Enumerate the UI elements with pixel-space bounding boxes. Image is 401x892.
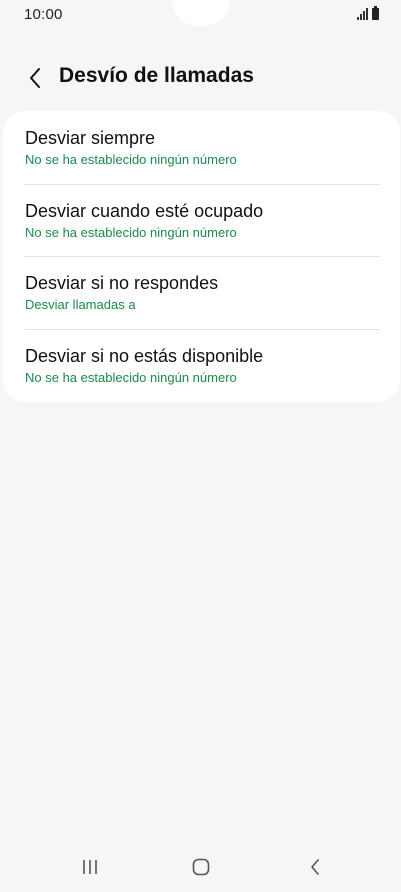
list-item-always-forward[interactable]: Desviar siempre No se ha establecido nin…	[25, 111, 380, 183]
call-forwarding-list: Desviar siempre No se ha establecido nin…	[3, 111, 400, 402]
back-nav-button[interactable]	[295, 854, 335, 880]
home-button[interactable]	[181, 854, 221, 880]
battery-icon	[372, 6, 379, 20]
item-subtitle: No se ha establecido ningún número	[25, 225, 237, 240]
navigation-bar	[0, 846, 401, 892]
item-subtitle: No se ha establecido ningún número	[25, 152, 237, 167]
item-title: Desviar cuando esté ocupado	[25, 201, 264, 221]
item-title: Desviar si no respondes	[25, 273, 219, 293]
item-subtitle: Desviar llamadas a	[25, 297, 136, 312]
recent-apps-button[interactable]	[70, 854, 110, 880]
status-icons	[357, 6, 379, 20]
status-bar: 10:00	[0, 0, 401, 32]
list-item-forward-no-answer[interactable]: Desviar si no respondes Desviar llamadas…	[25, 256, 380, 328]
status-time: 10:00	[24, 6, 63, 23]
home-icon	[192, 858, 210, 876]
chevron-left-icon	[30, 68, 40, 88]
recent-apps-icon	[83, 860, 97, 874]
page-title: Desvío de llamadas	[59, 64, 254, 87]
signal-icon	[357, 8, 368, 20]
item-title: Desviar si no estás disponible	[25, 346, 264, 366]
list-item-forward-when-busy[interactable]: Desviar cuando esté ocupado No se ha est…	[25, 184, 380, 256]
back-button[interactable]	[20, 62, 50, 94]
camera-notch	[172, 0, 230, 26]
app-header: Desvío de llamadas	[0, 58, 401, 98]
list-item-forward-unavailable[interactable]: Desviar si no estás disponible No se ha …	[25, 329, 380, 401]
item-title: Desviar siempre	[25, 128, 156, 148]
item-subtitle: No se ha establecido ningún número	[25, 370, 237, 385]
back-icon	[311, 859, 319, 875]
